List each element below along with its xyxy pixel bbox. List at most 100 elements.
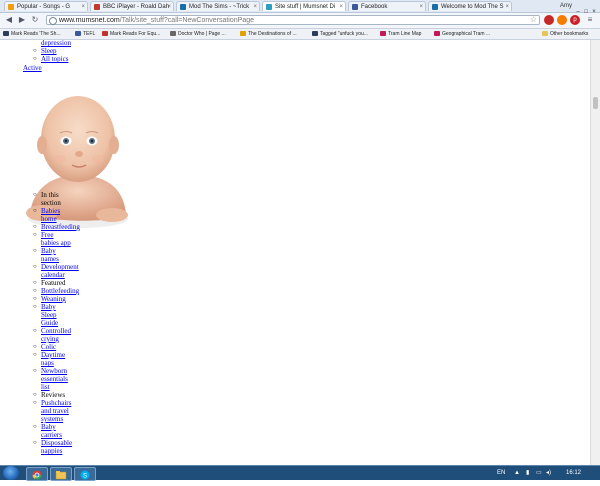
tab-favicon-icon <box>180 4 186 10</box>
label-line: home <box>41 215 57 223</box>
topic-link-all-topics[interactable]: All topics <box>41 55 68 63</box>
label-line: Featured <box>41 279 66 287</box>
bookmark-item[interactable]: Mark Reads 'The Sh... <box>3 29 61 39</box>
other-bookmarks[interactable]: Other bookmarks <box>542 29 588 39</box>
label-line: Baby <box>41 247 56 255</box>
bullet-icon: ○ <box>33 440 37 446</box>
section-heading: Featured <box>41 279 80 287</box>
section-link[interactable]: Development calendar <box>41 263 80 279</box>
section-link[interactable]: Baby carriers <box>41 423 80 439</box>
tab-welcome-mod-the-sims[interactable]: Welcome to Mod The S × <box>428 1 512 11</box>
tray-network-icon[interactable]: ▮ <box>526 469 529 477</box>
taskbar-chrome-icon[interactable] <box>26 467 48 481</box>
bookmark-favicon-icon <box>75 31 81 37</box>
close-tab-icon[interactable]: × <box>419 2 423 11</box>
label-line: Weaning <box>41 295 66 303</box>
close-tab-icon[interactable]: × <box>505 2 509 11</box>
bullet-icon: ○ <box>33 400 37 406</box>
section-link[interactable]: Baby Sleep Guide <box>41 303 80 327</box>
bookmark-favicon-icon <box>312 31 318 37</box>
section-link[interactable]: Daytime naps <box>41 351 80 367</box>
tray-volume-icon[interactable]: ◂) <box>546 469 551 477</box>
label-line: Controlled <box>41 327 71 335</box>
list-item: ○ Baby carriers <box>33 423 80 439</box>
pinterest-icon[interactable]: p <box>570 15 580 25</box>
bullet-icon: ○ <box>33 328 37 334</box>
section-link[interactable]: Weaning <box>41 295 80 303</box>
bookmark-item[interactable]: The Destinations of ... <box>240 29 297 39</box>
taskbar-folder-icon[interactable] <box>50 467 72 481</box>
start-button-icon[interactable] <box>3 466 19 480</box>
section-link[interactable]: Baby names <box>41 247 80 263</box>
tray-arrow-icon[interactable]: ▲ <box>514 469 520 477</box>
folder-icon <box>542 31 548 37</box>
bullet-icon: ○ <box>33 280 37 286</box>
list-item: ○ Featured <box>33 279 80 287</box>
close-tab-icon[interactable]: × <box>81 2 85 11</box>
list-item: ○ Sleep <box>33 47 71 55</box>
topic-link-depression[interactable]: depression <box>41 40 71 47</box>
bookmark-item[interactable]: Tagged "unfuck you... <box>312 29 368 39</box>
globe-icon <box>49 17 57 25</box>
tab-facebook[interactable]: Facebook × <box>348 1 426 11</box>
tab-popular-songs[interactable]: Popular - Songs - G × <box>4 1 88 11</box>
section-nav-list: ○ In this section ○ Babies home ○ Breastfeeding… <box>33 191 80 455</box>
bookmark-item[interactable]: Tram Line Map <box>380 29 421 39</box>
extension-red-icon[interactable] <box>544 15 554 25</box>
section-link[interactable]: Bottlefeeding <box>41 287 80 295</box>
section-link[interactable]: Newborn essentials list <box>41 367 80 391</box>
label-line: Disposable <box>41 439 73 447</box>
label-line: Sleep <box>41 311 57 319</box>
label-line: babies app <box>41 239 71 247</box>
section-link[interactable]: Pushchairs and travel systems <box>41 399 80 423</box>
label-line: Development <box>41 263 79 271</box>
bookmark-item[interactable]: Mark Reads For Equ... <box>102 29 160 39</box>
label-line: nappies <box>41 447 63 455</box>
section-link[interactable]: Babies home <box>41 207 80 223</box>
close-tab-icon[interactable]: × <box>339 2 343 11</box>
menu-wrench-icon[interactable]: ≡ <box>585 15 595 25</box>
vertical-scrollbar[interactable] <box>590 40 600 465</box>
section-link[interactable]: Disposable nappies <box>41 439 80 455</box>
label-line: Free <box>41 231 54 239</box>
bullet-icon: ○ <box>33 232 37 238</box>
tab-bbc-iplayer[interactable]: BBC iPlayer - Roald Dah × <box>90 1 174 11</box>
tray-battery-icon[interactable]: ▭ <box>536 469 542 477</box>
reload-icon[interactable]: ↻ <box>30 15 40 25</box>
svg-text:S: S <box>83 473 87 479</box>
section-link[interactable]: Colic <box>41 343 80 351</box>
list-item: ○ Newborn essentials list <box>33 367 80 391</box>
tab-favicon-icon <box>266 4 272 10</box>
back-arrow-icon[interactable]: ◀ <box>4 15 14 25</box>
bookmark-favicon-icon <box>380 31 386 37</box>
language-indicator[interactable]: EN <box>497 469 505 477</box>
forward-arrow-icon[interactable]: ▶ <box>17 15 27 25</box>
bookmark-star-icon[interactable]: ☆ <box>530 15 537 24</box>
list-item: ○ Babies home <box>33 207 80 223</box>
section-link[interactable]: Controlled crying <box>41 327 80 343</box>
tab-mumsnet[interactable]: Site stuff | Mumsnet Di × <box>262 1 346 11</box>
scrollbar-thumb[interactable] <box>593 97 598 109</box>
tab-mod-the-sims[interactable]: Mod The Sims - ~Trick × <box>176 1 260 11</box>
section-heading: In this section <box>41 191 80 207</box>
bookmark-item[interactable]: Doctor Who | Page ... <box>170 29 226 39</box>
topic-link-sleep[interactable]: Sleep <box>41 47 57 55</box>
section-link[interactable]: Free babies app <box>41 231 80 247</box>
bullet-icon: ○ <box>33 344 37 350</box>
bookmark-item[interactable]: TEFL <box>75 29 95 39</box>
close-tab-icon[interactable]: × <box>167 2 171 11</box>
taskbar-clock[interactable]: 16:12 <box>566 469 581 477</box>
extension-orange-icon[interactable] <box>557 15 567 25</box>
close-tab-icon[interactable]: × <box>253 2 257 11</box>
section-link[interactable]: Breastfeeding <box>41 223 80 231</box>
bookmark-item[interactable]: Geographical Tram ... <box>434 29 490 39</box>
address-bar[interactable]: www.mumsnet.com/Talk/site_stuff?call=New… <box>46 15 540 25</box>
label-line: list <box>41 383 50 391</box>
list-item: ○ Bottlefeeding <box>33 287 80 295</box>
taskbar-skype-icon[interactable]: S <box>74 467 96 481</box>
list-item: ○ All topics <box>33 55 71 63</box>
active-link[interactable]: Active <box>23 64 42 72</box>
bullet-icon: ○ <box>33 352 37 358</box>
label-line: Newborn <box>41 367 68 375</box>
bookmark-favicon-icon <box>102 31 108 37</box>
